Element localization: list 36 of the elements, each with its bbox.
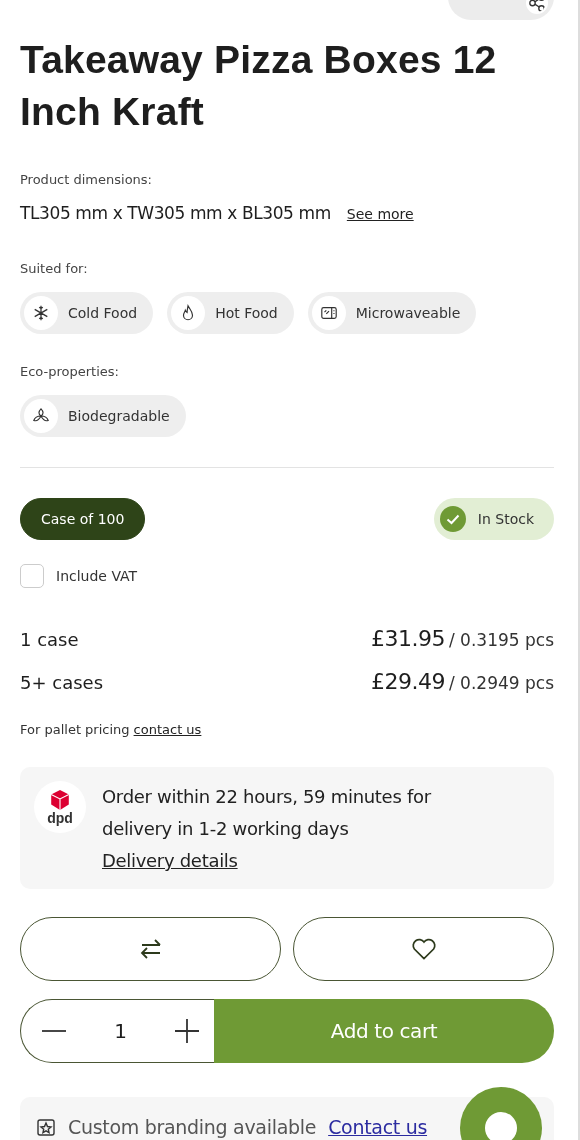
star-badge-icon <box>36 1117 56 1137</box>
quantity-tier-label: 1 case <box>20 629 79 650</box>
parcel-icon <box>49 789 71 811</box>
plus-icon <box>174 1018 200 1044</box>
stock-badge: In Stock <box>433 498 554 540</box>
vat-label: Include VAT <box>56 568 138 584</box>
suited-label: Suited for: <box>20 261 89 276</box>
increase-button[interactable] <box>174 1018 200 1044</box>
snowflake-icon <box>32 304 50 322</box>
unit-price: / 0.3195 pcs <box>449 630 554 650</box>
see-more-link[interactable]: See more <box>346 206 414 222</box>
dimensions-label: Product dimensions: <box>20 172 153 187</box>
delivery-details-link[interactable]: Delivery details <box>102 850 238 871</box>
pallet-text: For pallet pricing <box>20 722 130 737</box>
microwave-icon <box>319 304 338 322</box>
property-tag: Microwaveable <box>307 292 477 334</box>
case-price: £31.95 <box>371 626 445 651</box>
pack-size-option[interactable]: Case of 100 <box>20 498 146 540</box>
case-price: £29.49 <box>371 669 445 694</box>
branding-text: Custom branding available <box>68 1116 317 1138</box>
minus-icon <box>41 1030 67 1032</box>
eco-label: Eco-properties: <box>20 364 120 379</box>
courier-logo: dpd <box>34 781 86 833</box>
vat-checkbox[interactable] <box>20 564 44 588</box>
check-icon <box>439 506 466 532</box>
product-title: Takeaway Pizza Boxes 12 Inch Kraft <box>20 37 498 135</box>
delivery-text: Order within 22 hours, 59 minutes for delivery in 1-2 working days <box>102 785 432 841</box>
property-tag: Cold Food <box>20 292 154 334</box>
quantity-tier-label: 5+ cases <box>20 672 103 693</box>
contact-us-link[interactable]: Contact us <box>328 1116 428 1138</box>
contact-link[interactable]: contact us <box>133 722 202 737</box>
quantity-value[interactable]: 1 <box>114 1019 127 1043</box>
dimensions-value: TL305 mm x TW305 mm x BL305 mm <box>20 203 331 223</box>
property-tag: Hot Food <box>167 292 294 334</box>
property-tag: Biodegradable <box>20 395 186 437</box>
unit-price: / 0.2949 pcs <box>449 673 554 693</box>
